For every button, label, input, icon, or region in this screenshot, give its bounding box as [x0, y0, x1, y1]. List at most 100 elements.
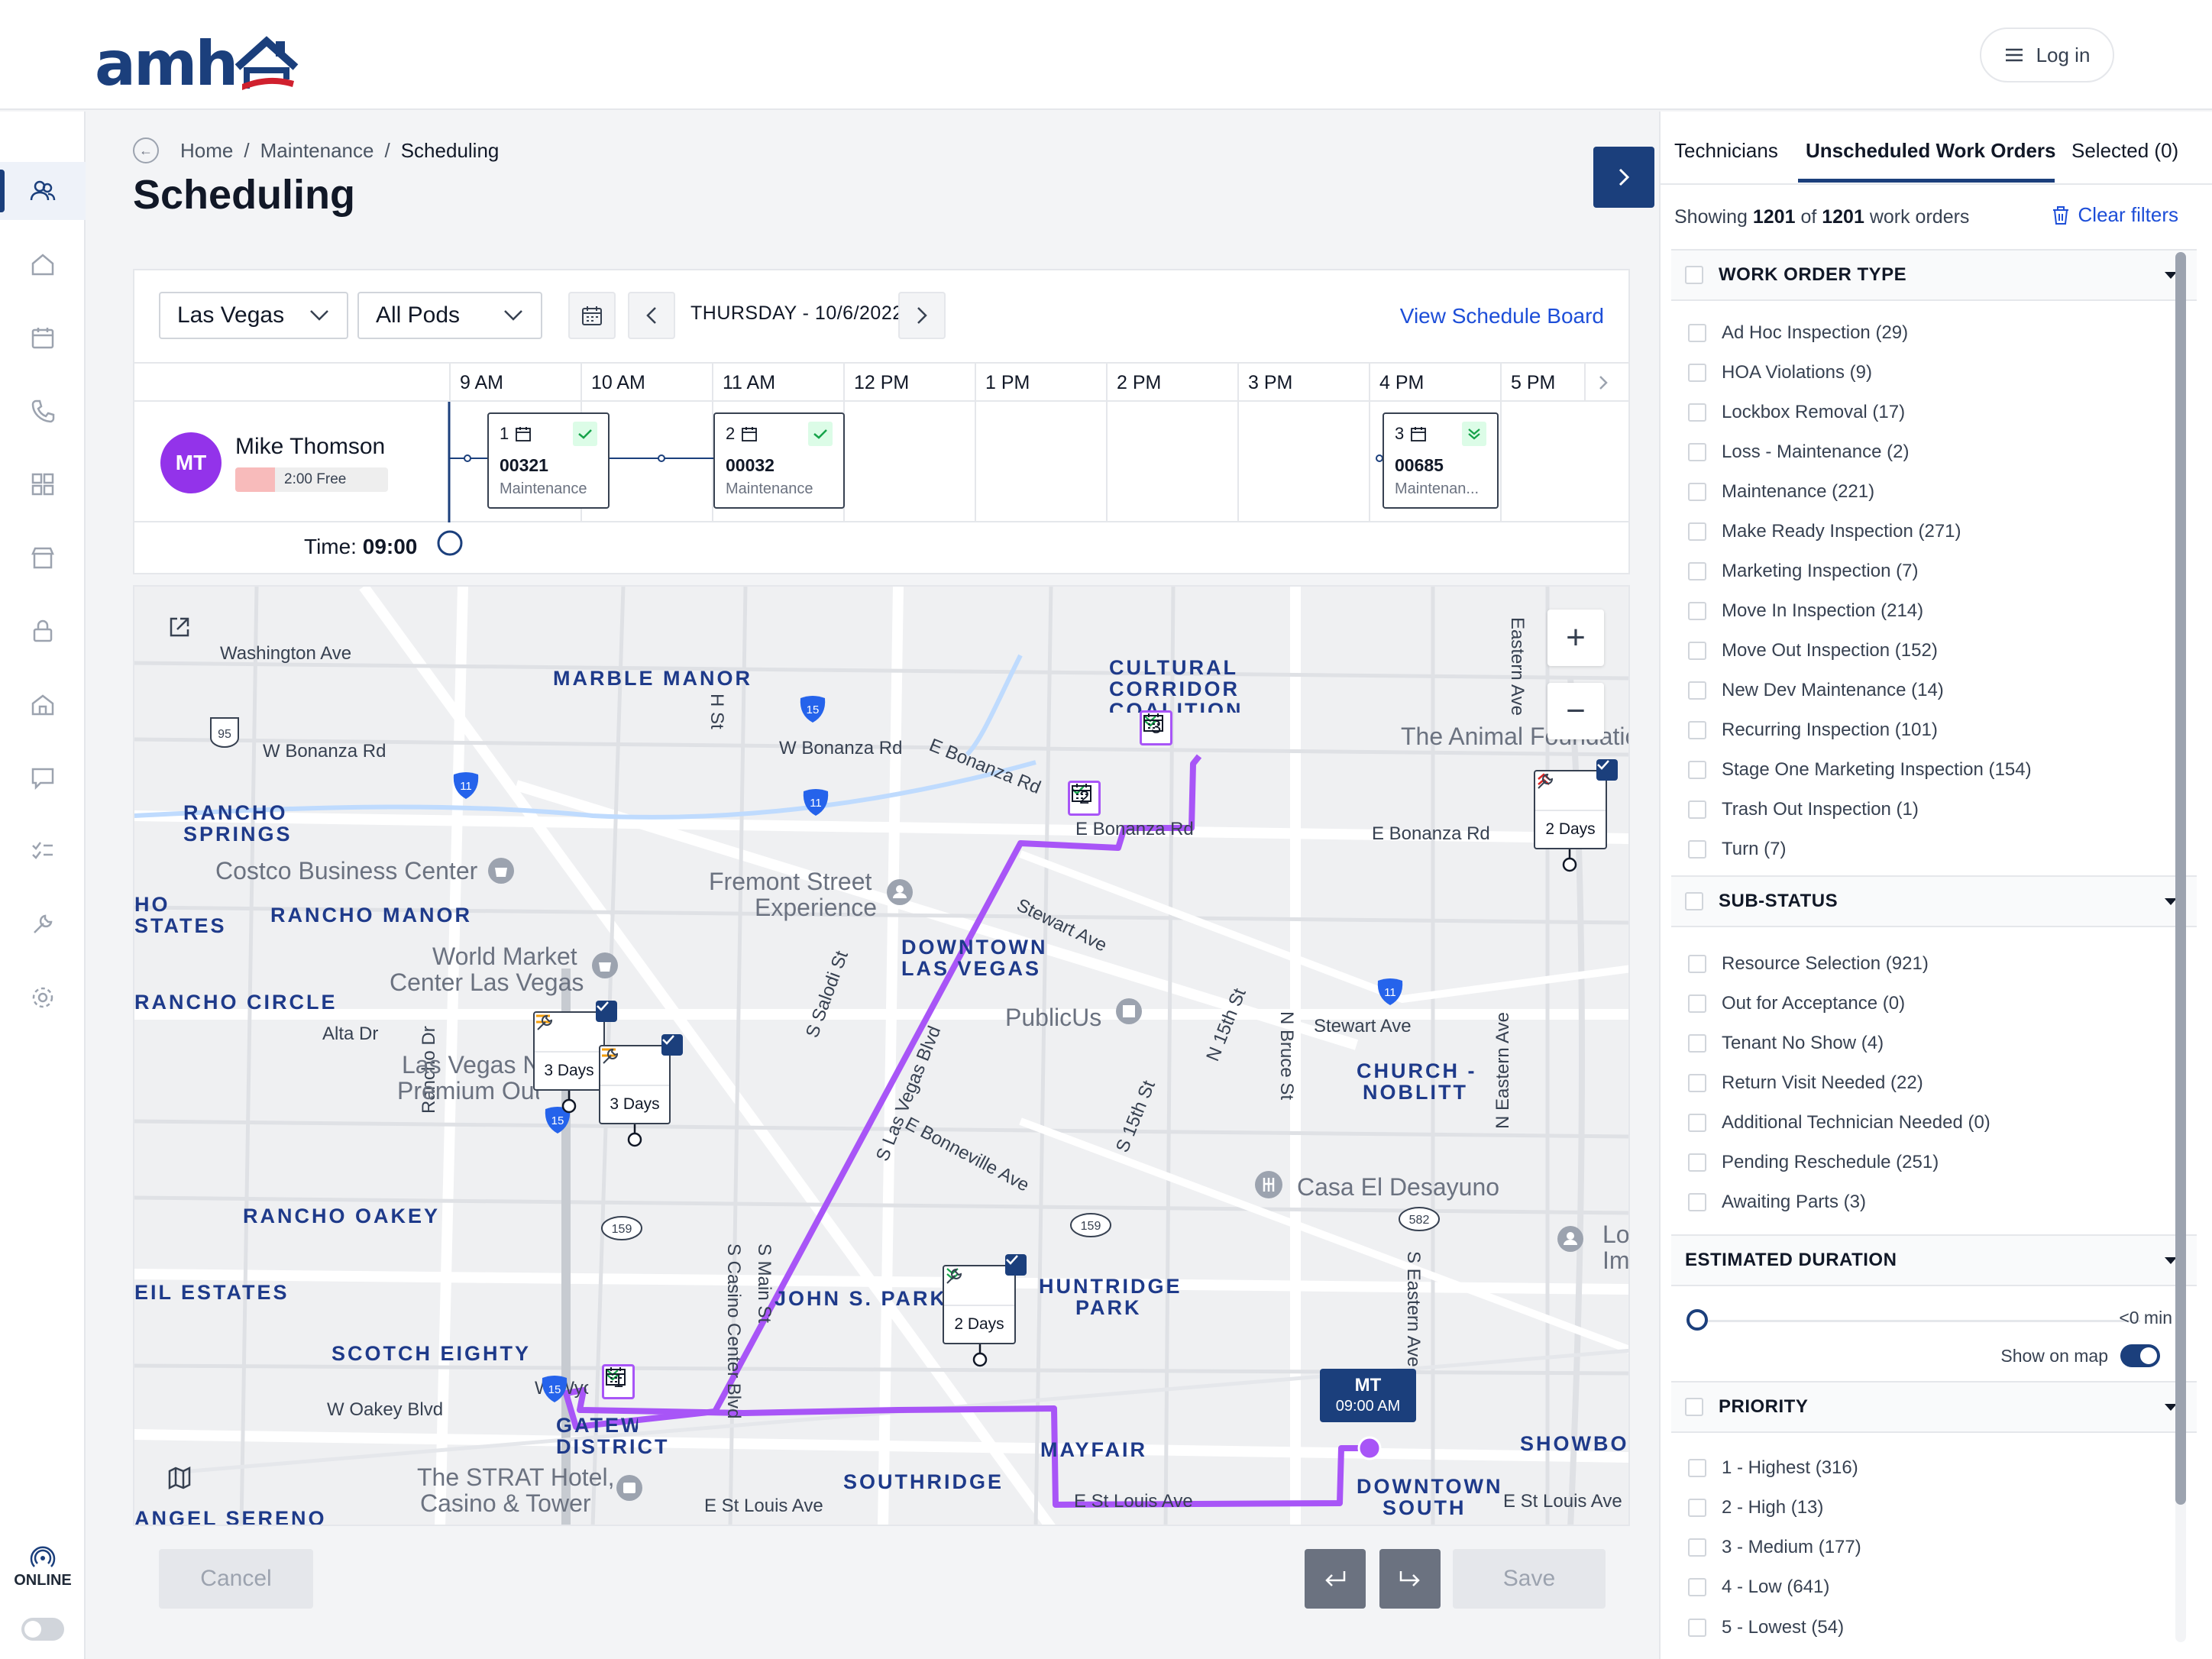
checkbox[interactable]	[1688, 642, 1706, 660]
checkbox[interactable]	[1688, 994, 1706, 1013]
duration-slider-track[interactable]	[1699, 1320, 2140, 1322]
filter-option[interactable]: Return Visit Needed (22)	[1688, 1072, 1923, 1094]
next-day-button[interactable]	[898, 292, 946, 339]
view-schedule-board-link[interactable]: View Schedule Board	[1400, 304, 1604, 328]
filter-section-estimated-duration[interactable]: ESTIMATED DURATION	[1671, 1234, 2197, 1286]
filter-option[interactable]: Move In Inspection (214)	[1688, 600, 1923, 622]
checkbox[interactable]	[1688, 443, 1706, 461]
zoom-in-button[interactable]: +	[1547, 610, 1604, 666]
route-stop-pin[interactable]: 1	[602, 1364, 635, 1399]
online-toggle[interactable]	[21, 1618, 64, 1641]
filter-option[interactable]: Loss - Maintenance (2)	[1688, 441, 1909, 463]
pending-work-order-pin[interactable]: 3 Days	[533, 1011, 605, 1091]
filter-option[interactable]: 1 - Highest (316)	[1688, 1457, 1858, 1479]
zoom-out-button[interactable]: −	[1547, 683, 1604, 739]
save-button[interactable]: Save	[1453, 1549, 1606, 1609]
checkbox[interactable]	[1688, 1499, 1706, 1517]
filter-option[interactable]: Marketing Inspection (7)	[1688, 561, 1918, 582]
cancel-button[interactable]: Cancel	[159, 1549, 313, 1609]
filter-option[interactable]: Stage One Marketing Inspection (154)	[1688, 759, 2032, 781]
filter-option[interactable]: Awaiting Parts (3)	[1688, 1192, 1866, 1213]
filter-option[interactable]: Recurring Inspection (101)	[1688, 720, 1938, 741]
checkbox[interactable]	[1688, 324, 1706, 342]
checkbox[interactable]	[1688, 602, 1706, 620]
breadcrumb-home[interactable]: Home	[180, 139, 233, 163]
time-handle[interactable]	[435, 529, 464, 558]
checkbox[interactable]	[1688, 1459, 1706, 1477]
filter-option[interactable]: New Dev Maintenance (14)	[1688, 680, 1944, 701]
checkbox[interactable]	[1688, 1619, 1706, 1637]
pending-work-order-pin[interactable]: 2 Days	[1534, 770, 1607, 849]
checkbox[interactable]	[1688, 840, 1706, 859]
checkbox[interactable]	[1688, 955, 1706, 973]
filter-section-sub-status[interactable]: SUB-STATUS	[1671, 875, 2197, 927]
filter-option[interactable]: Resource Selection (921)	[1688, 953, 1929, 975]
nav-store[interactable]	[0, 529, 86, 587]
filter-scrollbar-thumb[interactable]	[2175, 252, 2186, 1505]
pods-select[interactable]: All Pods	[357, 292, 542, 339]
checkbox[interactable]	[1688, 1114, 1706, 1132]
filter-option[interactable]: Turn (7)	[1688, 839, 1786, 860]
work-order-card[interactable]: 3 00685 Maintenan...	[1382, 412, 1499, 509]
section-checkbox[interactable]	[1685, 1398, 1703, 1416]
open-fullscreen-button[interactable]	[167, 614, 212, 660]
filter-option[interactable]: HOA Violations (9)	[1688, 362, 1872, 383]
redo-button[interactable]	[1379, 1549, 1441, 1609]
section-checkbox[interactable]	[1685, 266, 1703, 284]
filter-section-work-order-type[interactable]: WORK ORDER TYPE	[1671, 249, 2197, 301]
nav-users[interactable]	[0, 162, 86, 220]
nav-calendar[interactable]	[0, 309, 86, 367]
amh-logo[interactable]: amh	[95, 21, 300, 95]
checkbox[interactable]	[1688, 1074, 1706, 1092]
previous-day-button[interactable]	[628, 292, 675, 339]
filter-section-priority[interactable]: PRIORITY	[1671, 1381, 2197, 1433]
filter-option[interactable]: Pending Reschedule (251)	[1688, 1152, 1939, 1173]
section-checkbox[interactable]	[1685, 892, 1703, 910]
filter-option[interactable]: 2 - High (13)	[1688, 1497, 1823, 1518]
nav-lockbox[interactable]	[0, 602, 86, 660]
checkbox[interactable]	[1688, 1153, 1706, 1172]
pending-work-order-pin[interactable]: 2 Days	[943, 1265, 1016, 1344]
nav-messages[interactable]	[0, 749, 86, 807]
checkbox[interactable]	[1688, 681, 1706, 700]
checkbox[interactable]	[1688, 364, 1706, 382]
checkbox[interactable]	[1688, 761, 1706, 779]
timeline-scroll-right[interactable]	[1584, 364, 1628, 402]
checkbox[interactable]	[1688, 403, 1706, 422]
filter-option[interactable]: 3 - Medium (177)	[1688, 1537, 1861, 1558]
route-map[interactable]: MARBLE MANOR CULTURAL CORRIDOR COALITION…	[133, 585, 1630, 1526]
work-order-card[interactable]: 1 00321 Maintenance	[487, 412, 610, 509]
nav-tasks[interactable]	[0, 822, 86, 880]
nav-maintenance[interactable]	[0, 895, 86, 953]
checkbox[interactable]	[1688, 1578, 1706, 1596]
tab-technicians[interactable]: Technicians	[1674, 139, 1778, 163]
nav-phone[interactable]	[0, 382, 86, 440]
checkbox[interactable]	[1688, 1538, 1706, 1557]
checkbox[interactable]	[1688, 522, 1706, 541]
nav-dashboard[interactable]	[0, 455, 86, 513]
undo-button[interactable]	[1305, 1549, 1366, 1609]
map-layers-button[interactable]	[167, 1465, 212, 1511]
duration-slider-handle[interactable]	[1686, 1309, 1708, 1331]
collapse-panel-button[interactable]	[1593, 147, 1654, 208]
checkbox[interactable]	[1688, 721, 1706, 739]
filter-option[interactable]: Tenant No Show (4)	[1688, 1033, 1884, 1054]
filter-option[interactable]: Move Out Inspection (152)	[1688, 640, 1938, 661]
show-on-map-toggle[interactable]	[2120, 1344, 2160, 1367]
filter-option[interactable]: Lockbox Removal (17)	[1688, 402, 1905, 423]
checkbox[interactable]	[1688, 562, 1706, 580]
login-button[interactable]: Log in	[1980, 27, 2114, 82]
date-picker-button[interactable]	[568, 292, 616, 339]
filter-option[interactable]: Additional Technician Needed (0)	[1688, 1112, 1990, 1133]
back-icon[interactable]: ←	[133, 137, 159, 163]
breadcrumb-maintenance[interactable]: Maintenance	[260, 139, 374, 163]
technician-location-marker[interactable]: MT 09:00 AM	[1320, 1369, 1416, 1422]
filter-option[interactable]: 4 - Low (641)	[1688, 1577, 1829, 1598]
checkbox[interactable]	[1688, 1193, 1706, 1211]
tab-unscheduled-work-orders[interactable]: Unscheduled Work Orders	[1806, 139, 2056, 163]
route-stop-pin[interactable]: 2	[1068, 781, 1101, 816]
filter-option[interactable]: Maintenance (221)	[1688, 481, 1874, 503]
checkbox[interactable]	[1688, 1034, 1706, 1053]
checkbox[interactable]	[1688, 483, 1706, 501]
pending-work-order-pin[interactable]: 3 Days	[599, 1045, 671, 1124]
